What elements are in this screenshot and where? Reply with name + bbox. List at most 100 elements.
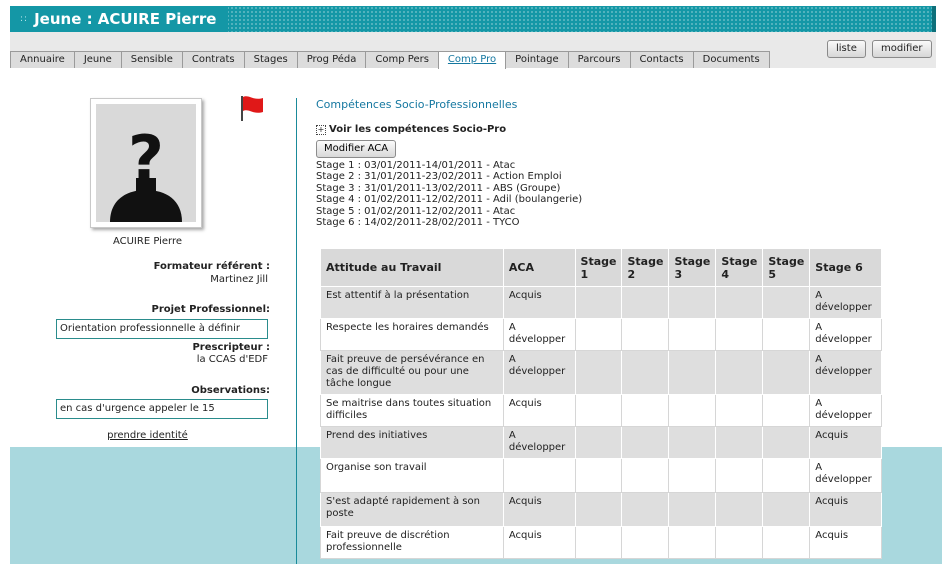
competences-table: Attitude au Travail ACA Stage 1 Stage 2 …: [320, 248, 882, 559]
modifier-aca-button[interactable]: Modifier ACA: [316, 140, 397, 158]
window-title-group: :: Jeune : ACUIRE Pierre: [10, 6, 229, 32]
competences-table-wrapper: Attitude au Travail ACA Stage 1 Stage 2 …: [320, 248, 882, 559]
competence-cell: Est attentif à la présentation: [320, 286, 504, 319]
evaluation-cell: Acquis: [809, 526, 882, 559]
evaluation-cell: [668, 286, 717, 319]
evaluation-cell: A développer: [809, 394, 882, 427]
evaluation-cell: [715, 492, 764, 527]
evaluation-cell: Acquis: [502, 526, 576, 559]
tab-stages[interactable]: Stages: [243, 51, 298, 68]
evaluation-cell: [668, 526, 717, 559]
evaluation-cell: [715, 286, 764, 319]
formateur-value: Martinez Jill: [210, 274, 268, 285]
tab-prog-peda[interactable]: Prog Péda: [296, 51, 367, 68]
evaluation-cell: [762, 458, 811, 493]
evaluation-cell: [762, 526, 811, 559]
evaluation-cell: [621, 492, 670, 527]
column-header: Attitude au Travail: [320, 248, 504, 287]
table-row: S'est adapté rapidement à son poste Acqui…: [320, 492, 882, 527]
evaluation-cell: [574, 394, 623, 427]
evaluation-cell: [502, 458, 576, 493]
profile-panel: ? ACUIRE Pierre Formateur référent : Mar…: [10, 68, 285, 447]
stage-line: Stage 6 : 14/02/2011-28/02/2011 - TYCO: [316, 217, 520, 229]
competence-cell: Fait preuve de persévérance en cas de di…: [320, 350, 504, 395]
table-row: Fait preuve de discrétion professionnell…: [320, 526, 882, 559]
evaluation-cell: [715, 350, 764, 395]
evaluation-cell: [715, 426, 764, 459]
section-title: Compétences Socio-Professionnelles: [316, 98, 518, 111]
evaluation-cell: Acquis: [502, 286, 576, 319]
observations-label: Observations:: [191, 385, 270, 396]
evaluation-cell: A développer: [502, 318, 576, 351]
evaluation-cell: [574, 426, 623, 459]
tab-annuaire[interactable]: Annuaire: [10, 51, 75, 68]
evaluation-cell: [621, 426, 670, 459]
tab-contacts[interactable]: Contacts: [629, 51, 694, 68]
evaluation-cell: A développer: [502, 426, 576, 459]
toggle-competences[interactable]: + Voir les compétences Socio-Pro: [316, 124, 506, 135]
column-header: Stage 2: [621, 248, 670, 287]
unknown-person-icon: ?: [96, 104, 196, 222]
column-header: Stage 4: [715, 248, 764, 287]
evaluation-cell: [621, 350, 670, 395]
table-row: Fait preuve de persévérance en cas de di…: [320, 350, 882, 395]
toggle-label[interactable]: Voir les compétences Socio-Pro: [329, 124, 506, 135]
evaluation-cell: [668, 318, 717, 351]
avatar: ?: [90, 98, 202, 228]
window-title: Jeune : ACUIRE Pierre: [34, 10, 217, 28]
stage-line: Stage 3 : 31/01/2011-13/02/2011 - ABS (G…: [316, 182, 561, 194]
avatar-glyph: ?: [128, 122, 164, 195]
table-row: Respecte les horaires demandés A développ…: [320, 318, 882, 351]
tab-bar: Annuaire Jeune Sensible Contrats Stages …: [10, 51, 770, 69]
evaluation-cell: A développer: [809, 286, 882, 319]
tab-sensible[interactable]: Sensible: [120, 51, 183, 68]
tab-documents[interactable]: Documents: [692, 51, 770, 68]
stage-line: Stage 1 : 03/01/2011-14/01/2011 - Atac: [316, 160, 516, 171]
evaluation-cell: A développer: [809, 350, 882, 395]
evaluation-cell: [762, 492, 811, 527]
flag-icon[interactable]: [238, 94, 266, 125]
competence-cell: Se maitrise dans toutes situation diffic…: [320, 394, 504, 427]
formateur-label: Formateur référent :: [153, 261, 270, 272]
tab-parcours[interactable]: Parcours: [567, 51, 631, 68]
table-row: Se maitrise dans toutes situation diffic…: [320, 394, 882, 427]
tab-comp-pers[interactable]: Comp Pers: [365, 51, 439, 68]
tab-jeune[interactable]: Jeune: [73, 51, 122, 68]
evaluation-cell: [621, 394, 670, 427]
evaluation-cell: Acquis: [809, 426, 882, 459]
evaluation-cell: [574, 526, 623, 559]
evaluation-cell: [621, 458, 670, 493]
evaluation-cell: [574, 350, 623, 395]
evaluation-cell: [574, 286, 623, 319]
stage-line: Stage 5 : 01/02/2011-12/02/2011 - Atac: [316, 205, 516, 217]
evaluation-cell: [762, 394, 811, 427]
vertical-divider: [296, 98, 297, 564]
modifier-button[interactable]: modifier: [872, 40, 932, 58]
evaluation-cell: [668, 492, 717, 527]
competence-cell: Prend des initiatives: [320, 426, 504, 459]
liste-button[interactable]: liste: [827, 40, 866, 58]
evaluation-cell: A développer: [809, 458, 882, 493]
competence-cell: Respecte les horaires demandés: [320, 318, 504, 351]
table-header-row: Attitude au Travail ACA Stage 1 Stage 2 …: [320, 248, 882, 287]
column-header: Stage 5: [762, 248, 811, 287]
expand-plus-icon[interactable]: +: [316, 124, 326, 135]
competence-cell: S'est adapté rapidement à son poste: [320, 492, 504, 527]
evaluation-cell: [621, 286, 670, 319]
evaluation-cell: Acquis: [809, 492, 882, 527]
column-header: Stage 6: [809, 248, 882, 287]
prendre-identite-link[interactable]: prendre identité: [10, 430, 285, 441]
prescripteur-value: la CCAS d'EDF: [196, 354, 268, 365]
evaluation-cell: [668, 426, 717, 459]
evaluation-cell: Acquis: [502, 492, 576, 527]
tab-contrats[interactable]: Contrats: [181, 51, 245, 68]
tab-comp-pro[interactable]: Comp Pro: [437, 51, 507, 69]
window-titlebar: :: Jeune : ACUIRE Pierre: [10, 6, 936, 32]
evaluation-cell: [668, 350, 717, 395]
evaluation-cell: [668, 458, 717, 493]
evaluation-cell: [762, 318, 811, 351]
table-row: Organise son travail A développer: [320, 458, 882, 493]
evaluation-cell: [621, 318, 670, 351]
tab-pointage[interactable]: Pointage: [505, 51, 569, 68]
table-row: Prend des initiatives A développer Acquis: [320, 426, 882, 459]
